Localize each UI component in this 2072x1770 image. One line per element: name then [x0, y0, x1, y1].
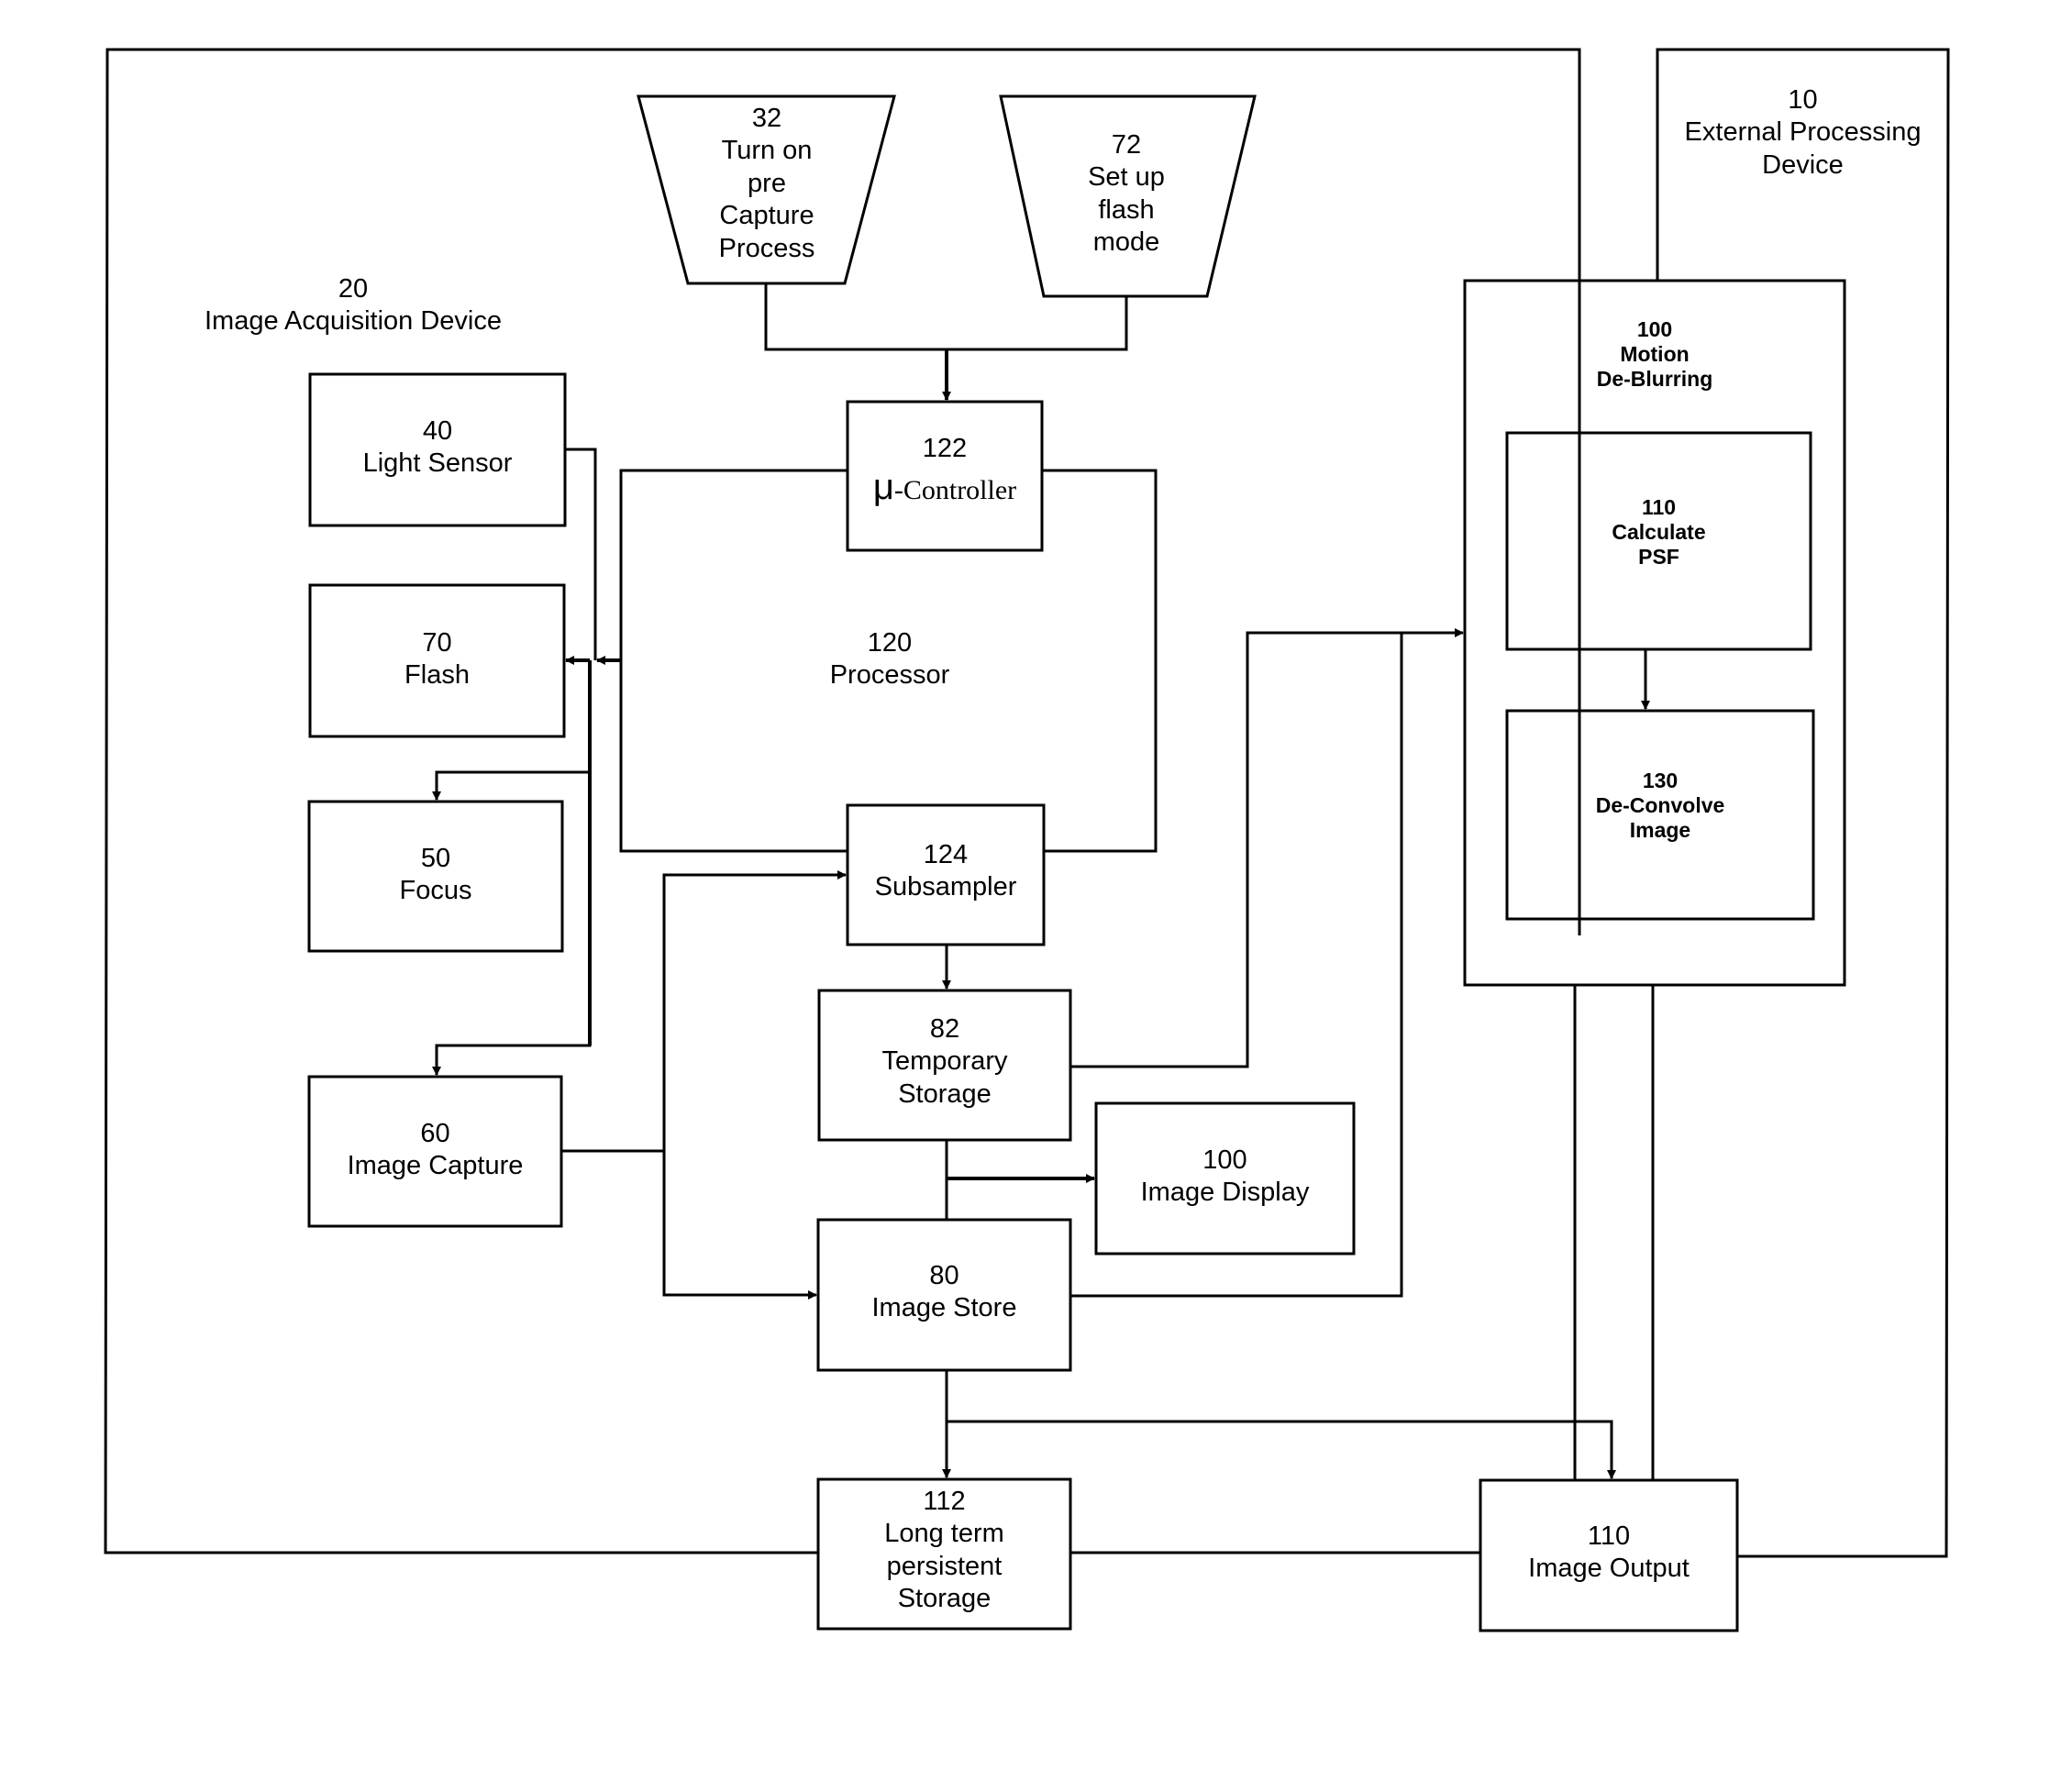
temporary-storage-line1: Temporary	[881, 1046, 1008, 1077]
calculate-psf-line1: Calculate	[1612, 520, 1706, 545]
label-image-capture: 60 Image Capture	[309, 1118, 561, 1183]
acquisition-title: Image Acquisition Device	[205, 306, 502, 337]
label-image-acquisition-device: 20 Image Acquisition Device	[156, 273, 550, 338]
external-title-line2: Device	[1762, 149, 1844, 180]
subsampler-title: Subsampler	[874, 872, 1017, 902]
image-store-number: 80	[929, 1261, 959, 1290]
acquisition-number: 20	[338, 274, 369, 304]
label-motion-deblurring: 100 Motion De-Blurring	[1465, 317, 1845, 392]
flash-mode-number: 72	[1111, 130, 1142, 160]
label-subsampler: 124 Subsampler	[848, 839, 1044, 904]
connector-pre-capture	[764, 283, 1128, 351]
calculate-psf-number: 110	[1641, 495, 1677, 519]
flash-mode-line2: flash	[1098, 194, 1155, 225]
micro-controller-number: 122	[922, 434, 968, 463]
label-pre-capture: 32 Turn on pre Capture Process	[666, 103, 868, 265]
focus-title: Focus	[399, 876, 472, 906]
label-external-processing-device: 10 External Processing Device	[1657, 84, 1948, 182]
connector-store-to-output	[947, 1420, 1616, 1479]
motion-deblurring-number: 100	[1636, 317, 1673, 341]
pre-capture-line3: Capture	[719, 201, 814, 231]
label-processor: 120 Processor	[752, 627, 1027, 692]
deconvolve-line2: Image	[1629, 818, 1691, 843]
image-capture-title: Image Capture	[347, 1151, 524, 1181]
label-image-display: 100 Image Display	[1096, 1145, 1354, 1210]
deconvolve-line1: De-Convolve	[1595, 793, 1725, 818]
focus-number: 50	[420, 844, 451, 873]
label-flash-mode: 72 Set up flash mode	[1025, 129, 1227, 260]
flash-title: Flash	[404, 660, 470, 691]
label-long-term-storage: 112 Long term persistent Storage	[818, 1486, 1070, 1616]
long-term-line3: Storage	[897, 1584, 992, 1614]
micro-symbol: μ	[872, 467, 894, 508]
light-sensor-number: 40	[422, 416, 453, 446]
motion-deblurring-line2: De-Blurring	[1596, 367, 1713, 392]
motion-deblurring-line1: Motion	[1620, 342, 1690, 367]
processor-title: Processor	[829, 660, 950, 691]
external-title-line1: External Processing	[1684, 117, 1922, 148]
pre-capture-line1: Turn on	[721, 136, 813, 166]
processor-number: 120	[867, 628, 913, 658]
pre-capture-number: 32	[751, 104, 782, 133]
long-term-line1: Long term	[884, 1519, 1004, 1549]
temporary-storage-line2: Storage	[898, 1079, 992, 1109]
micro-controller-text: -Controller	[893, 475, 1017, 506]
pre-capture-line4: Process	[718, 233, 815, 263]
image-display-title: Image Display	[1140, 1178, 1310, 1208]
image-output-title: Image Output	[1528, 1554, 1690, 1584]
connector-capture-to-store	[662, 1151, 817, 1300]
label-calculate-psf: 110 Calculate PSF	[1507, 495, 1811, 570]
image-store-title: Image Store	[871, 1293, 1017, 1323]
micro-controller-title: μ-Controller	[848, 465, 1042, 510]
calculate-psf-line2: PSF	[1638, 545, 1679, 570]
flash-number: 70	[422, 628, 452, 658]
image-output-number: 110	[1587, 1521, 1631, 1551]
connector-image-capture	[432, 772, 592, 1076]
light-sensor-title: Light Sensor	[362, 448, 513, 479]
flash-mode-line1: Set up	[1088, 162, 1165, 193]
label-micro-controller: 122 μ-Controller	[848, 433, 1042, 510]
label-temporary-storage: 82 Temporary Storage	[819, 1013, 1070, 1111]
subsampler-number: 124	[923, 840, 969, 869]
connector-focus	[432, 770, 590, 801]
long-term-number: 112	[923, 1487, 966, 1516]
image-capture-number: 60	[420, 1119, 450, 1148]
image-display-number: 100	[1202, 1145, 1247, 1175]
label-image-output: 110 Image Output	[1480, 1521, 1737, 1586]
long-term-line2: persistent	[886, 1551, 1003, 1581]
label-image-store: 80 Image Store	[818, 1260, 1070, 1325]
label-focus: 50 Focus	[309, 843, 562, 908]
external-number: 10	[1788, 85, 1818, 115]
label-light-sensor: 40 Light Sensor	[310, 415, 565, 481]
temporary-storage-number: 82	[929, 1014, 960, 1044]
pre-capture-line2: pre	[748, 168, 786, 198]
connector-light-sensor	[565, 448, 597, 660]
deconvolve-number: 130	[1642, 769, 1679, 792]
label-deconvolve-image: 130 De-Convolve Image	[1507, 769, 1813, 843]
label-flash: 70 Flash	[310, 627, 564, 692]
flash-mode-line3: mode	[1092, 227, 1160, 258]
